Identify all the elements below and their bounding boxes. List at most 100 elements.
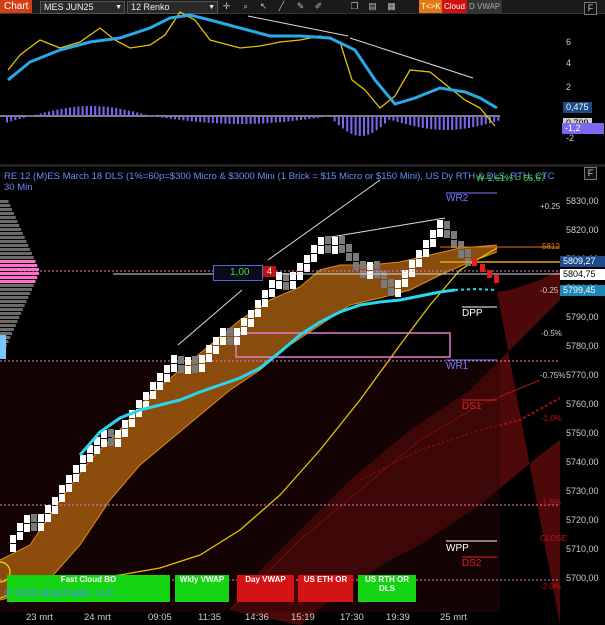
time-axis-label: 23 mrt: [26, 612, 53, 623]
histogram-bar: [459, 116, 462, 130]
bull-brick: [248, 310, 254, 318]
bear-brick: [353, 262, 359, 270]
volume-bar: [0, 296, 29, 299]
percent-label: -2.0%: [540, 582, 561, 591]
volume-bar: [0, 332, 13, 335]
volume-poc-bar: [0, 268, 40, 271]
bull-brick: [437, 229, 443, 237]
pane-divider[interactable]: [0, 164, 605, 167]
histogram-bar: [190, 116, 193, 122]
bear-brick: [192, 365, 198, 373]
bull-brick: [164, 374, 170, 382]
histogram-bar: [35, 114, 38, 116]
histogram-bar: [211, 116, 214, 124]
bull-brick: [59, 485, 65, 493]
osc-axis-neg2: -2: [566, 133, 575, 143]
histogram-bar: [39, 113, 42, 116]
bull-brick: [94, 446, 100, 454]
histogram-bar: [434, 116, 437, 130]
price-axis-label: 5830,00: [566, 196, 599, 206]
us-eth-or-button[interactable]: US ETH OR: [298, 575, 353, 602]
histogram-bar: [258, 116, 260, 124]
bull-brick: [73, 474, 79, 482]
bear-brick: [227, 328, 233, 336]
percent-label: -0.5%: [541, 329, 562, 338]
volume-bar: [0, 300, 27, 303]
histogram-bar: [90, 106, 92, 116]
bull-brick: [185, 357, 191, 365]
bull-brick: [66, 484, 72, 492]
chart-canvas[interactable]: [0, 0, 605, 625]
bull-brick: [80, 464, 86, 472]
bull-brick: [367, 271, 373, 279]
bull-brick: [115, 430, 121, 438]
bull-brick: [80, 455, 86, 463]
histogram-bar: [182, 116, 185, 121]
histogram-bar: [321, 116, 323, 118]
bull-brick: [122, 420, 128, 428]
bear-brick: [353, 253, 359, 261]
histogram-bar: [472, 116, 475, 128]
wkly-vwap-button[interactable]: Wkly VWAP: [175, 575, 229, 602]
histogram-bar: [371, 116, 374, 133]
volume-bar: [0, 292, 31, 295]
histogram-bar: [493, 116, 496, 122]
price-axis-label: 5780,00: [566, 341, 599, 351]
histogram-bar: [199, 116, 202, 123]
bull-brick: [297, 272, 303, 280]
histogram-bar: [392, 116, 395, 121]
histogram-bar: [308, 116, 311, 119]
histogram-bar: [300, 116, 302, 120]
histogram-bar: [480, 116, 483, 126]
histogram-bar: [358, 116, 361, 136]
bull-brick: [269, 289, 275, 297]
panel-f-button[interactable]: F: [584, 2, 597, 15]
volume-bar: [0, 232, 23, 235]
us-rth-or-dls-button[interactable]: US RTH OR DLS: [358, 575, 416, 602]
histogram-bar: [161, 116, 164, 118]
counter-badge: 4: [263, 266, 276, 277]
bull-brick: [409, 269, 415, 277]
histogram-bar: [291, 116, 294, 121]
red-brick: [480, 264, 485, 272]
histogram-bar: [52, 110, 55, 116]
bear-brick: [31, 523, 37, 531]
histogram-bar: [216, 116, 218, 124]
histogram-bar: [249, 116, 252, 124]
red-brick: [494, 275, 499, 283]
bull-brick: [437, 220, 443, 228]
price-axis-label: 5770,00: [566, 370, 599, 380]
bear-brick: [108, 438, 114, 446]
bull-brick: [290, 272, 296, 280]
level-label: WR1: [446, 361, 469, 372]
histogram-bar: [476, 116, 479, 127]
bull-brick: [255, 309, 261, 317]
histogram-bar: [220, 116, 223, 124]
histogram-bar: [430, 116, 433, 130]
orange-level-tag: 5812: [542, 242, 560, 251]
bull-brick: [311, 245, 317, 253]
bull-brick: [73, 465, 79, 473]
percent-label: +0.25: [540, 202, 561, 211]
main-panel-f-button[interactable]: F: [584, 167, 597, 180]
bull-brick: [416, 259, 422, 267]
price-axis-label: 5710,00: [566, 544, 599, 554]
bear-brick: [374, 261, 380, 269]
bull-brick: [52, 497, 58, 505]
bull-brick: [255, 300, 261, 308]
histogram-bar: [106, 106, 109, 116]
volume-poc-bar: [0, 260, 36, 263]
bear-brick: [346, 253, 352, 261]
volume-bar: [0, 328, 14, 331]
bear-brick: [227, 337, 233, 345]
bull-brick: [332, 237, 338, 245]
histogram-bar: [115, 108, 118, 116]
bear-brick: [325, 236, 331, 244]
price-axis-label: 5790,00: [566, 312, 599, 322]
day-vwap-button[interactable]: Day VWAP: [237, 575, 294, 602]
bear-brick: [339, 236, 345, 244]
quantity-counter[interactable]: 1,00: [213, 265, 263, 281]
volume-bar: [0, 304, 25, 307]
price-axis-label: 5760,00: [566, 399, 599, 409]
volume-bar: [0, 248, 31, 251]
